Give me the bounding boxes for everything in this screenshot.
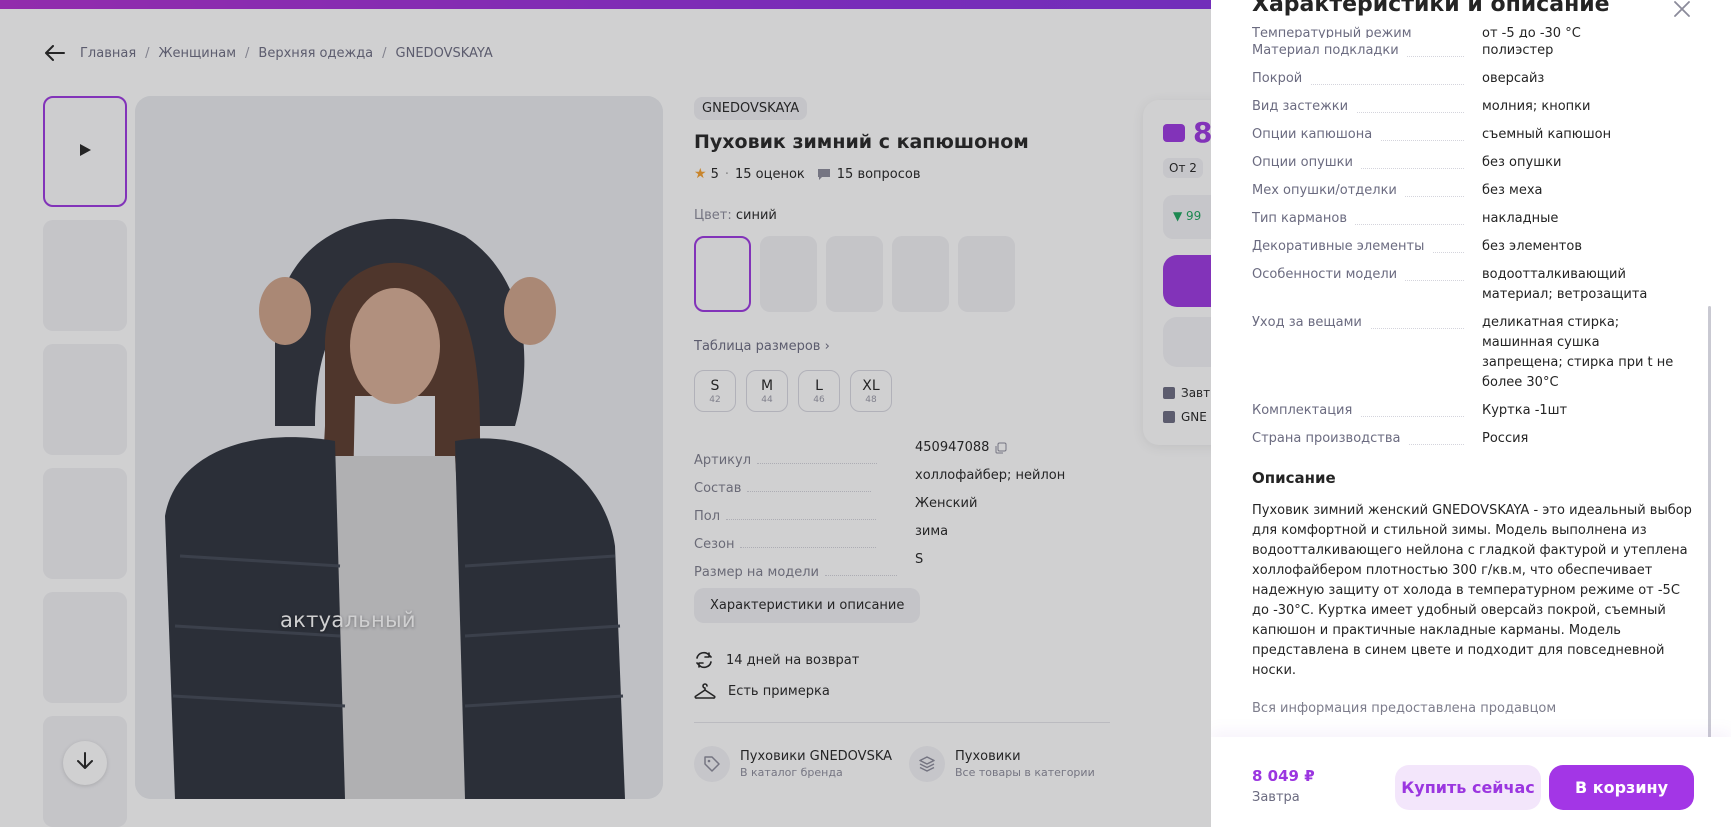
spec-key: Мех опушки/отделки	[1252, 183, 1405, 198]
spec-value: без меха	[1482, 183, 1543, 198]
spec-row: Опции опушки без опушки	[1252, 150, 1682, 178]
spec-value: без опушки	[1482, 155, 1562, 170]
spec-value: полиэстер	[1482, 43, 1554, 58]
footer-delivery-date: Завтра	[1252, 790, 1300, 805]
spec-row: Комплектация Куртка -1шт	[1252, 398, 1682, 426]
spec-value: накладные	[1482, 211, 1559, 226]
spec-row: Декоративные элементы без элементов	[1252, 234, 1682, 262]
spec-row: Мех опушки/отделки без меха	[1252, 178, 1682, 206]
spec-value: без элементов	[1482, 239, 1582, 254]
seller-info-note: Вся информация предоставлена продавцом	[1252, 701, 1557, 716]
footer-price: 8 049 ₽	[1252, 767, 1315, 785]
spec-row: Страна производства Россия	[1252, 426, 1682, 454]
spec-value: Россия	[1482, 431, 1529, 446]
spec-row: Температурный режим от -5 до -30 °С	[1252, 24, 1682, 38]
spec-key: Опции капюшона	[1252, 127, 1381, 142]
spec-key: Декоративные элементы	[1252, 239, 1433, 254]
buy-now-button[interactable]: Купить сейчас	[1395, 765, 1541, 810]
modal-backdrop[interactable]	[0, 0, 1211, 827]
drawer-title: Характеристики и описание	[1252, 0, 1610, 17]
spec-row: Опции капюшона съемный капюшон	[1252, 122, 1682, 150]
spec-key: Особенности модели	[1252, 267, 1406, 282]
drawer-scrollbar[interactable]	[1708, 306, 1711, 743]
drawer-footer: 8 049 ₽ Завтра Купить сейчас В корзину	[1211, 737, 1731, 827]
spec-value: от -5 до -30 °С	[1482, 26, 1581, 38]
spec-value: молния; кнопки	[1482, 99, 1591, 114]
description-text: Пуховик зимний женский GNEDOVSKAYA - это…	[1252, 503, 1692, 678]
spec-value: оверсайз	[1482, 71, 1545, 86]
spec-key: Опции опушки	[1252, 155, 1361, 170]
spec-key: Покрой	[1252, 71, 1311, 86]
close-icon[interactable]	[1671, 0, 1693, 20]
spec-row: Уход за вещами деликатная стирка; машинна…	[1252, 310, 1682, 398]
spec-key: Материал подкладки	[1252, 43, 1407, 58]
spec-value: деликатная стирка; машинная сушка запрещ…	[1482, 315, 1674, 390]
spec-key: Тип карманов	[1252, 211, 1355, 226]
spec-key: Температурный режим	[1252, 26, 1420, 38]
spec-row: Тип карманов накладные	[1252, 206, 1682, 234]
characteristics-drawer: Характеристики и описание Температурный …	[1211, 0, 1731, 827]
specs-list: Температурный режим от -5 до -30 °С Мате…	[1252, 26, 1682, 454]
description-heading: Описание	[1252, 469, 1336, 487]
spec-key: Комплектация	[1252, 403, 1361, 418]
spec-row: Материал подкладки полиэстер	[1252, 38, 1682, 66]
spec-value: съемный капюшон	[1482, 127, 1612, 142]
spec-value: Куртка -1шт	[1482, 403, 1568, 418]
spec-row: Вид застежки молния; кнопки	[1252, 94, 1682, 122]
add-to-cart-button[interactable]: В корзину	[1549, 765, 1694, 810]
spec-row: Покрой оверсайз	[1252, 66, 1682, 94]
spec-key: Вид застежки	[1252, 99, 1357, 114]
spec-key: Уход за вещами	[1252, 315, 1370, 330]
spec-key: Страна производства	[1252, 431, 1409, 446]
spec-value: водоотталкивающий материал; ветрозащита	[1482, 267, 1648, 302]
spec-row: Особенности модели водоотталкивающий мате…	[1252, 262, 1682, 310]
